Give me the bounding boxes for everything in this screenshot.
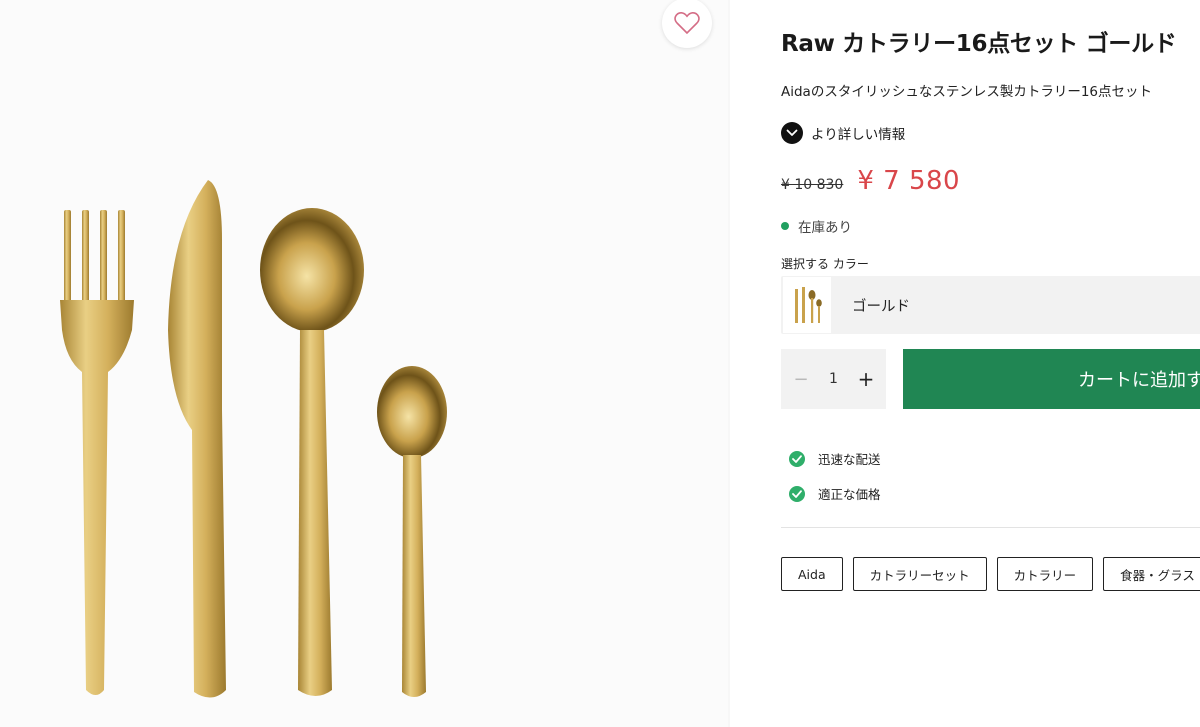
sale-price: ¥ 7 580 xyxy=(857,166,961,196)
tag-aida[interactable]: Aida xyxy=(781,557,843,591)
stock-status: 在庫あり xyxy=(781,216,852,236)
benefit-item: 迅速な配送 xyxy=(789,441,881,476)
product-image-area xyxy=(0,0,728,727)
product-gallery xyxy=(0,0,730,727)
original-price: ¥ 10 830 xyxy=(781,177,844,193)
product-info-panel: Raw カトラリー16点セット ゴールド Aidaのスタイリッシュなステンレス製… xyxy=(730,0,1200,727)
color-label: 選択する カラー xyxy=(781,257,869,271)
add-to-cart-button[interactable]: カートに追加す xyxy=(903,349,1200,409)
color-selector[interactable]: ゴールド xyxy=(781,276,1200,334)
quantity-increase-button[interactable]: + xyxy=(856,367,876,391)
quantity-decrease-button[interactable]: − xyxy=(791,369,811,390)
stock-dot-icon xyxy=(781,222,789,230)
check-icon xyxy=(789,485,805,502)
divider xyxy=(781,527,1200,528)
quantity-stepper: − 1 + xyxy=(781,349,886,409)
wishlist-button[interactable] xyxy=(662,0,712,48)
more-info-label: より詳しい情報 xyxy=(811,127,906,143)
check-icon xyxy=(789,450,805,467)
product-image-cutlery xyxy=(60,180,447,698)
product-title: Raw カトラリー16点セット ゴールド xyxy=(781,31,1177,57)
fork-image xyxy=(60,210,134,695)
tag-cutlery-set[interactable]: カトラリーセット xyxy=(852,557,987,591)
more-info-toggle[interactable]: より詳しい情報 xyxy=(781,122,905,144)
color-thumbnail xyxy=(783,277,831,333)
stock-status-label: 在庫あり xyxy=(798,220,852,236)
knife-image xyxy=(168,180,226,698)
benefit-item: 適正な価格 xyxy=(789,476,881,511)
product-subtitle: Aidaのスタイリッシュなステンレス製カトラリー16点セット xyxy=(781,84,1153,100)
quantity-value[interactable]: 1 xyxy=(829,371,838,387)
benefit-label: 迅速な配送 xyxy=(818,452,881,467)
teaspoon-image xyxy=(377,366,447,697)
benefit-label: 適正な価格 xyxy=(818,487,881,502)
selected-color: ゴールド xyxy=(852,298,910,315)
benefits-list: 迅速な配送 適正な価格 xyxy=(789,441,881,511)
heart-icon xyxy=(674,11,700,35)
tag-list: Aida カトラリーセット カトラリー 食器・グラス xyxy=(781,557,1200,591)
tag-cutlery[interactable]: カトラリー xyxy=(996,557,1094,591)
chevron-down-icon xyxy=(781,122,803,144)
cutlery-thumbnail-icon xyxy=(795,287,822,323)
product-page: Raw カトラリー16点セット ゴールド Aidaのスタイリッシュなステンレス製… xyxy=(0,0,1200,727)
price-row: ¥ 10 830 ¥ 7 580 xyxy=(781,166,960,196)
tag-tableware-glass[interactable]: 食器・グラス xyxy=(1103,557,1200,591)
spoon-image xyxy=(260,208,364,696)
